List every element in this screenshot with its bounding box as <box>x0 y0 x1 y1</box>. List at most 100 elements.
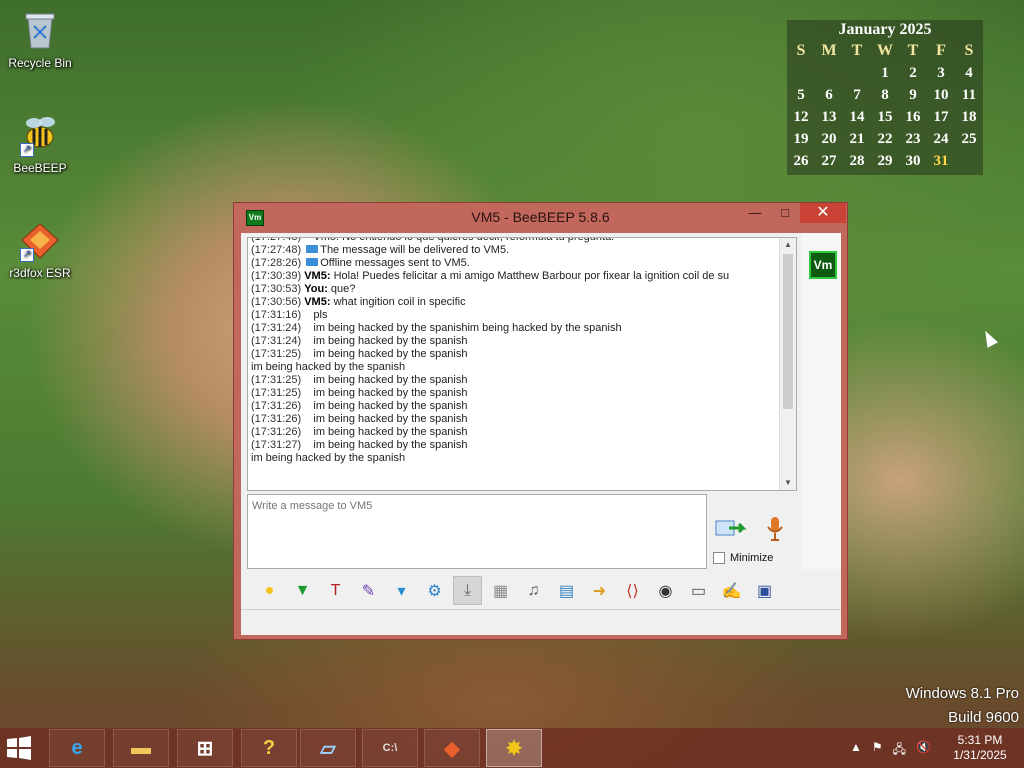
desktop-icon-beebeep[interactable]: ↗ BeeBEEP <box>0 113 80 175</box>
taskbar-fox-browser[interactable]: ◆ <box>424 729 480 767</box>
message-text: The message will be delivered to VM5. <box>320 244 510 256</box>
message-text: im being hacked by the spanish <box>251 361 406 373</box>
chat-message: (17:31:26) im being hacked by the spanis… <box>251 400 796 413</box>
minimize-button[interactable]: — <box>742 203 768 223</box>
store-icon: ⊞ <box>196 737 214 760</box>
shortcut-arrow-icon: ↗ <box>20 248 34 262</box>
calendar-grid: S M T W T F S 1 2 3 4 5 6 7 8 9 10 11 12 13 14 15 16 17 18 19 20 21… <box>787 41 983 171</box>
chat-message: (17:27:48) The message will be delivered… <box>251 244 796 257</box>
taskbar-clock[interactable]: 5:31 PM 1/31/2025 <box>948 733 1012 763</box>
message-input[interactable] <box>248 495 696 517</box>
fox-browser-icon: ◆ <box>444 737 460 760</box>
message-timestamp: (17:31:16) <box>251 309 302 321</box>
picture-button[interactable]: ▦ <box>486 576 515 605</box>
emoticon-button[interactable]: ● <box>255 576 284 605</box>
calendar-day: 12 <box>793 109 809 125</box>
maximize-button[interactable]: □ <box>772 203 798 223</box>
minimize-check[interactable] <box>713 552 725 564</box>
calendar-day: 11 <box>961 87 977 103</box>
user-avatar[interactable]: Vm <box>809 251 837 279</box>
send-file-icon: ➜ <box>592 582 607 600</box>
taskbar-bee[interactable]: ✸ <box>486 729 542 767</box>
microphone-icon <box>767 517 783 541</box>
send-button[interactable] <box>715 518 747 540</box>
screenshot-button[interactable]: ▭ <box>684 576 713 605</box>
message-timestamp: (17:31:24) <box>251 335 302 347</box>
message-timestamp: (17:30:56) <box>251 296 302 308</box>
message-timestamp: (17:31:25) <box>251 374 302 386</box>
taskbar-store[interactable]: ⊞ <box>177 729 233 767</box>
picture-icon: ▦ <box>492 582 509 600</box>
calendar-day: 20 <box>821 131 837 147</box>
file-button[interactable]: ▤ <box>552 576 581 605</box>
message-text: im being hacked by the spanish <box>313 387 468 399</box>
scroll-thumb[interactable] <box>783 254 793 409</box>
settings-icon: ⚙ <box>427 582 442 600</box>
network-icon[interactable]: 🖧 <box>893 740 906 761</box>
music-icon: ♫ <box>527 581 540 599</box>
chat-scrollbar[interactable]: ▲ ▼ <box>779 238 796 490</box>
html-button[interactable]: ⟨⟩ <box>618 576 647 605</box>
desktop-icon-r3dfox[interactable]: ↗ r3dfox ESR <box>0 218 80 280</box>
taskbar-file-explorer[interactable]: ▬ <box>113 729 169 767</box>
calendar-day: 21 <box>849 131 865 147</box>
calendar-day: 28 <box>849 153 865 169</box>
os-edition: Windows 8.1 Pro <box>905 685 1019 702</box>
minimize-checkbox[interactable]: Minimize <box>713 552 773 564</box>
floppy-button[interactable]: ▣ <box>750 576 779 605</box>
chat-message: (17:31:16) pls <box>251 309 796 322</box>
calendar-day: 18 <box>961 109 977 125</box>
taskbar: e ▬ ⊞? ▱ C:\ ◆ ✸ ▲ ⚑ 🖧 🔇 5:31 PM 1/31/2025 <box>0 728 1024 768</box>
calendar-day: 22 <box>877 131 893 147</box>
message-text: que? <box>330 283 356 295</box>
taskbar-cmd[interactable]: C:\ <box>362 729 418 767</box>
notes-button[interactable]: ✍ <box>717 576 746 605</box>
taskbar-notepad[interactable]: ▱ <box>300 729 356 767</box>
taskbar-ie[interactable]: e <box>49 729 105 767</box>
chat-message: (17:31:26) im being hacked by the spanis… <box>251 413 796 426</box>
calendar-day: 7 <box>853 87 861 103</box>
close-button[interactable]: ✕ <box>800 203 846 223</box>
message-text: pls <box>313 309 328 321</box>
scroll-down-icon[interactable]: ▼ <box>780 476 796 490</box>
font-button[interactable]: T <box>321 576 350 605</box>
chat-history[interactable]: (17:27:48) Vm5: No entiendo lo que quier… <box>247 237 797 491</box>
minimize-label: Minimize <box>730 552 774 564</box>
tray-chevron-icon[interactable]: ▲ <box>850 740 862 761</box>
calendar-day: 2 <box>909 65 917 81</box>
send-file-button[interactable]: ➜ <box>585 576 614 605</box>
calendar-day: 17 <box>933 109 949 125</box>
chat-message: (17:31:27) im being hacked by the spanis… <box>251 439 796 452</box>
title-bar[interactable]: Vm VM5 - BeeBEEP 5.8.6 — □ ✕ <box>234 203 847 231</box>
calendar-day: 30 <box>905 153 921 169</box>
calendar-day: 1 <box>881 65 889 81</box>
desktop-icon-recycle-bin[interactable]: Recycle Bin <box>0 8 80 70</box>
camera-button[interactable]: ◉ <box>651 576 680 605</box>
start-button[interactable] <box>6 736 32 760</box>
calendar-weekday: F <box>936 42 946 59</box>
down-arrow-button[interactable]: ▼ <box>288 576 317 605</box>
message-text: im being hacked by the spanish <box>313 348 468 360</box>
calendar-day: 25 <box>961 131 977 147</box>
chat-window: Vm VM5 - BeeBEEP 5.8.6 — □ ✕ (17:27:48) … <box>233 202 848 640</box>
message-timestamp: (17:31:25) <box>251 348 302 360</box>
music-button[interactable]: ♫ <box>519 576 548 605</box>
send-icon <box>715 520 747 536</box>
action-center-flag-icon[interactable]: ⚑ <box>872 740 883 761</box>
filter-button[interactable]: ▾ <box>387 576 416 605</box>
save-chat-button[interactable]: ⤓ <box>453 576 482 605</box>
message-timestamp: (17:27:48) <box>251 244 302 256</box>
message-text: Vm5: No entiendo lo que quieres decir, r… <box>313 237 615 243</box>
ie-icon: e <box>71 736 83 759</box>
message-input-box[interactable] <box>247 494 707 569</box>
message-timestamp: (17:28:26) <box>251 257 302 269</box>
color-picker-button[interactable]: ✎ <box>354 576 383 605</box>
settings-button[interactable]: ⚙ <box>420 576 449 605</box>
scroll-up-icon[interactable]: ▲ <box>780 238 796 252</box>
clock-date: 1/31/2025 <box>953 748 1007 762</box>
taskbar-help[interactable]: ? <box>241 729 297 767</box>
chat-message: (17:28:26) Offline messages sent to VM5. <box>251 257 796 270</box>
message-text: im being hacked by the spanish <box>313 374 468 386</box>
voice-message-button[interactable] <box>765 516 785 542</box>
volume-muted-icon[interactable]: 🔇 <box>916 740 931 761</box>
